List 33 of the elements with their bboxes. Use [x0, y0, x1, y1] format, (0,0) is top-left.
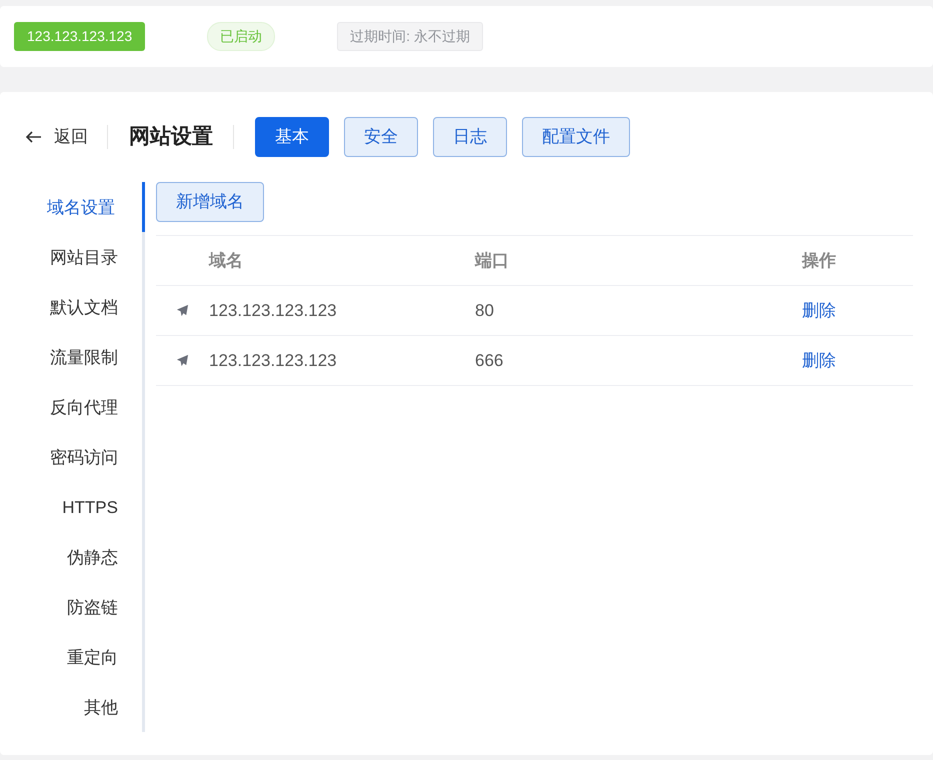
expiry-tag: 过期时间: 永不过期: [337, 22, 483, 51]
add-domain-button[interactable]: 新增域名: [156, 182, 264, 222]
sidebar-item[interactable]: 默认文档: [25, 282, 142, 332]
sidebar-item[interactable]: 反向代理: [25, 382, 142, 432]
sidebar-item[interactable]: 域名设置: [25, 182, 145, 232]
sidebar-item[interactable]: 流量限制: [25, 332, 142, 382]
column-header: 端口: [475, 250, 510, 272]
column-header: 域名: [209, 250, 244, 272]
delete-link[interactable]: 删除: [802, 350, 836, 370]
sidebar-item[interactable]: 伪静态: [25, 532, 142, 582]
sidebar-item[interactable]: 密码访问: [25, 432, 142, 482]
table-cell-text: 80: [475, 300, 495, 322]
sidebar-item[interactable]: HTTPS: [25, 482, 142, 532]
status-tag: 已启动: [207, 22, 276, 51]
tab[interactable]: 配置文件: [522, 117, 630, 157]
tab[interactable]: 安全: [344, 117, 418, 157]
column-header: 操作: [802, 250, 836, 272]
sidebar-item[interactable]: 其他: [25, 682, 142, 732]
delete-link[interactable]: 删除: [802, 300, 836, 320]
page-title: 网站设置: [129, 124, 213, 150]
table-cell-text: 123.123.123.123: [209, 300, 338, 322]
table-cell-text: 123.123.123.123: [209, 350, 338, 372]
sidebar-item[interactable]: 防盗链: [25, 582, 142, 632]
tab[interactable]: 日志: [433, 117, 507, 157]
sidebar-item[interactable]: 重定向: [25, 632, 142, 682]
paper-plane-icon: [176, 354, 189, 367]
back-button[interactable]: 返回: [25, 124, 88, 150]
address-tag: 123.123.123.123: [14, 22, 146, 51]
back-arrow-icon: [25, 131, 42, 143]
paper-plane-icon: [176, 304, 189, 317]
sidebar-item[interactable]: 网站目录: [25, 232, 142, 282]
tab[interactable]: 基本: [255, 117, 329, 157]
table-cell-text: 666: [475, 350, 504, 372]
